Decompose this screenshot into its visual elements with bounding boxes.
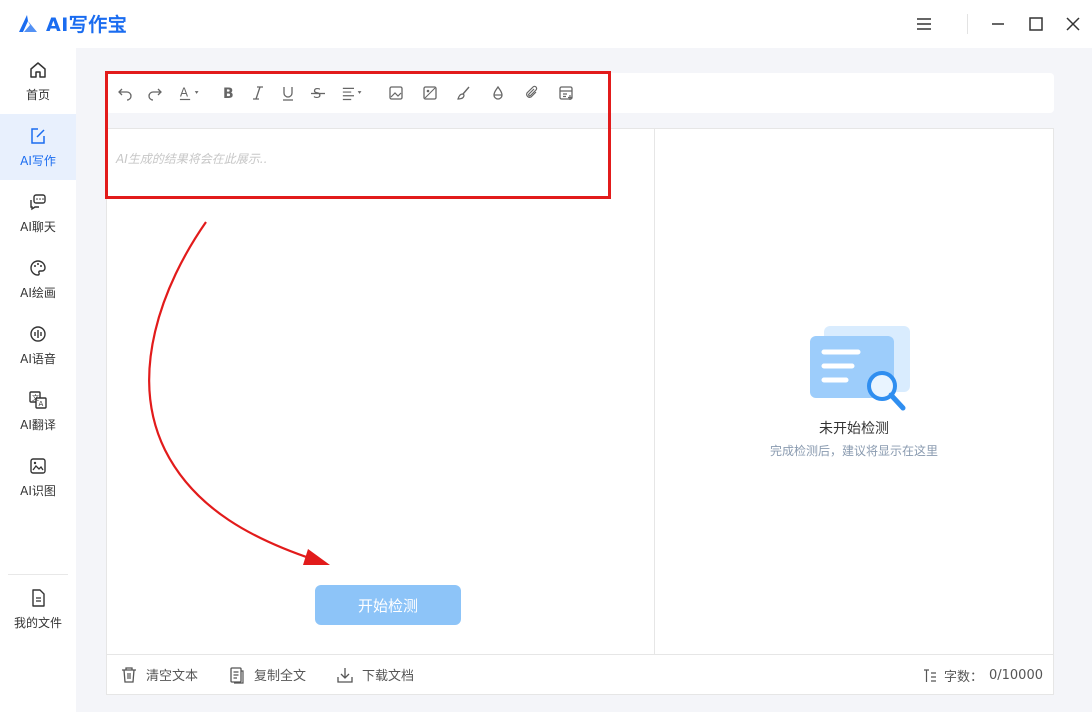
sidebar: 首页 AI写作 AI聊天 AI绘画 AI语音 文A AI翻译 AI识图 我的文件 [0, 48, 76, 712]
bold-icon: B [223, 86, 234, 101]
sidebar-item-label: AI聊天 [20, 219, 56, 234]
image-recognize-icon [30, 457, 46, 474]
menu-icon [917, 18, 931, 30]
editor-placeholder: AI生成的结果将会在此展示.. [116, 152, 268, 166]
attachment-icon [526, 85, 538, 98]
image-button[interactable] [386, 83, 406, 103]
word-count-label: 字数： [943, 670, 983, 685]
sidebar-item-label: AI写作 [20, 153, 56, 168]
svg-text:B: B [223, 86, 234, 101]
strikethrough-icon: S [311, 87, 325, 101]
word-count-value: 0/10000 [988, 668, 1043, 683]
editor-footer: 清空文本 复制全文 下载文档 字数： 0/10000 [106, 655, 1054, 695]
fill-icon [493, 85, 503, 100]
download-document-button[interactable]: 下载文档 [336, 665, 414, 684]
fill-button[interactable] [488, 83, 508, 103]
chat-icon [30, 193, 46, 210]
sidebar-item-label: 首页 [25, 87, 50, 102]
close-icon [1066, 17, 1080, 31]
image-edit-icon [423, 86, 437, 100]
sidebar-item-label: 我的文件 [13, 615, 62, 630]
document-search-icon [810, 326, 910, 411]
undo-icon [118, 88, 132, 101]
sidebar-item-label: AI绘画 [20, 285, 56, 300]
minimize-icon [992, 23, 1004, 25]
clear-text-label: 清空文本 [146, 669, 199, 684]
sidebar-item-label: AI识图 [20, 483, 56, 498]
svg-text:A: A [39, 400, 44, 408]
image-edit-button[interactable] [420, 83, 440, 103]
translate-icon: 文A [29, 390, 47, 409]
sidebar-item-ai-translate[interactable]: 文A AI翻译 [0, 378, 76, 444]
align-button[interactable] [340, 83, 368, 103]
empty-state-subtitle: 完成检测后，建议将显示在这里 [769, 444, 938, 458]
sidebar-divider [8, 574, 68, 575]
sidebar-item-home[interactable]: 首页 [0, 48, 76, 114]
strikethrough-button[interactable]: S [308, 83, 328, 103]
maximize-button[interactable] [1024, 12, 1048, 36]
edit-icon [31, 127, 45, 144]
close-button[interactable] [1061, 12, 1085, 36]
svg-text:A: A [180, 86, 189, 100]
app-title: AI写作宝 [46, 14, 128, 36]
palette-icon [30, 259, 46, 276]
sidebar-item-label: AI翻译 [20, 417, 56, 432]
brush-button[interactable] [454, 83, 474, 103]
app-logo-icon [19, 14, 37, 32]
menu-button[interactable] [912, 12, 936, 36]
sidebar-item-ai-painting[interactable]: AI绘画 [0, 246, 76, 312]
undo-button[interactable] [115, 83, 135, 103]
clear-text-button[interactable]: 清空文本 [120, 665, 198, 684]
insert-template-button[interactable] [556, 83, 576, 103]
sidebar-item-label: AI语音 [20, 351, 56, 366]
editor-input-panel[interactable] [106, 128, 655, 655]
empty-state-title: 未开始检测 [819, 421, 889, 437]
font-color-icon: A [179, 86, 199, 101]
download-icon [337, 667, 353, 683]
text-count-icon [923, 668, 936, 682]
insert-template-icon [559, 86, 573, 100]
title-bar: AI写作宝 [0, 0, 1092, 48]
underline-icon [283, 87, 293, 101]
minimize-button[interactable] [986, 12, 1010, 36]
start-detection-button[interactable]: 开始检测 [315, 585, 461, 625]
attachment-button[interactable] [522, 83, 542, 103]
file-icon [32, 588, 45, 607]
italic-button[interactable] [248, 83, 268, 103]
trash-icon [122, 666, 136, 683]
copy-all-button[interactable]: 复制全文 [228, 665, 306, 684]
download-document-label: 下载文档 [362, 669, 415, 684]
brush-icon [457, 86, 470, 100]
word-count: 字数： 0/10000 [922, 666, 1043, 685]
redo-icon [148, 88, 162, 101]
maximize-icon [1029, 17, 1043, 31]
redo-button[interactable] [145, 83, 165, 103]
voice-icon [30, 325, 46, 342]
sidebar-item-ai-image-recognition[interactable]: AI识图 [0, 444, 76, 510]
title-separator [967, 14, 968, 34]
italic-icon [253, 86, 263, 100]
underline-button[interactable] [278, 83, 298, 103]
sidebar-item-my-files[interactable]: 我的文件 [0, 576, 76, 642]
editor-toolbar: A B S [106, 73, 1054, 113]
home-icon [30, 61, 46, 78]
bold-button[interactable]: B [218, 83, 238, 103]
image-icon [389, 86, 403, 100]
sidebar-item-ai-chat[interactable]: AI聊天 [0, 180, 76, 246]
app-brand: AI写作宝 [16, 10, 127, 37]
copy-icon [230, 666, 244, 684]
copy-all-label: 复制全文 [254, 669, 307, 684]
sidebar-item-ai-writing[interactable]: AI写作 [0, 114, 76, 180]
align-icon [342, 87, 362, 101]
font-color-button[interactable]: A [178, 83, 206, 103]
sidebar-item-ai-voice[interactable]: AI语音 [0, 312, 76, 378]
